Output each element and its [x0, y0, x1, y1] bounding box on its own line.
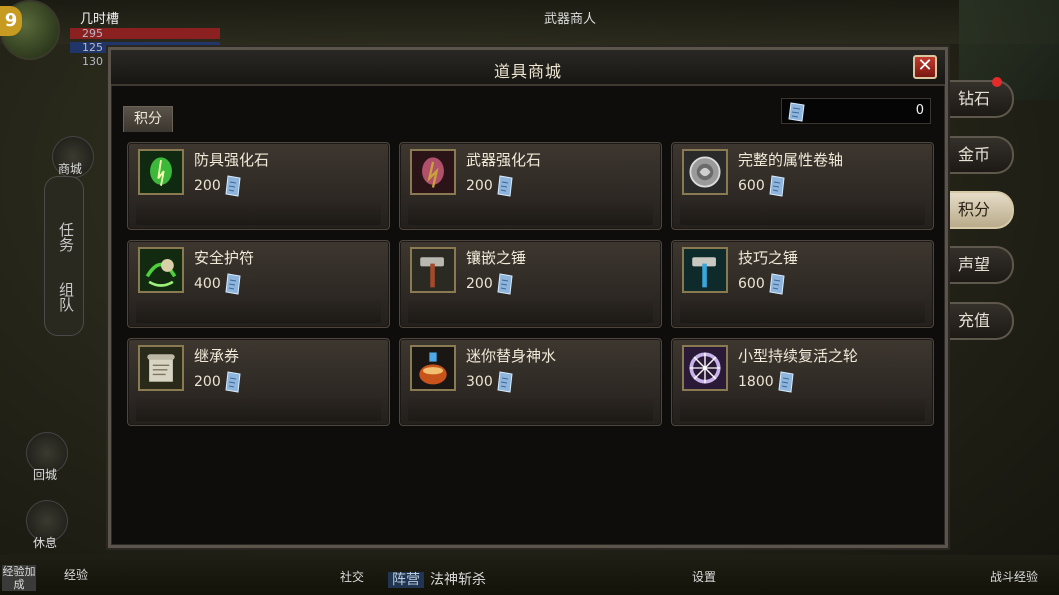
item-price: 200: [466, 276, 493, 292]
points-ticket-icon: [497, 175, 513, 197]
armor-stone-icon: [138, 149, 184, 195]
inlay-hammer-icon: [410, 247, 456, 293]
close-button[interactable]: ✕: [913, 55, 937, 79]
item-price-row: 600: [738, 175, 785, 197]
points-ticket-icon: [225, 371, 241, 393]
item-price-row: 200: [194, 371, 241, 393]
points-ticket-icon: [778, 371, 794, 393]
rest-label: 休息: [33, 536, 58, 550]
player-name: 几时槽: [80, 12, 120, 27]
skill-hammer-icon: [682, 247, 728, 293]
chat-text: 法神斩杀: [430, 572, 486, 588]
task-tab[interactable]: 任务: [56, 222, 77, 252]
shop-item-card[interactable]: 小型持续复活之轮 1800: [671, 338, 934, 426]
mall-button-label: 商城: [58, 162, 83, 176]
player-level: 9: [0, 6, 22, 36]
shop-item-card[interactable]: 防具强化石 200: [127, 142, 390, 230]
weapon-stone-icon: [410, 149, 456, 195]
side-tab-diamond[interactable]: 钻石: [948, 77, 1014, 118]
item-name: 防具强化石: [194, 151, 270, 169]
points-ticket-icon: [225, 175, 241, 197]
item-name: 武器强化石: [466, 151, 542, 169]
side-tab-label: 金币: [958, 145, 991, 164]
auto-battle-label[interactable]: 战斗经验: [990, 568, 1038, 585]
team-tab[interactable]: 组队: [56, 282, 77, 312]
item-price-row: 400: [194, 273, 241, 295]
points-ticket-icon: [788, 101, 806, 127]
dialog-header: 道具商城 ✕: [111, 50, 945, 86]
item-price: 300: [466, 374, 493, 390]
item-name: 继承券: [194, 347, 240, 365]
shop-item-card[interactable]: 武器强化石 200: [399, 142, 662, 230]
item-price-row: 600: [738, 273, 785, 295]
chat-channel: 阵营: [388, 572, 424, 588]
side-tab-label: 充值: [958, 311, 991, 330]
item-name: 技巧之锤: [738, 249, 799, 267]
item-price: 400: [194, 276, 221, 292]
shop-item-card[interactable]: 安全护符 400: [127, 240, 390, 328]
shop-item-card[interactable]: 技巧之锤 600: [671, 240, 934, 328]
settings-button[interactable]: 设置: [692, 568, 716, 585]
mini-potion-icon: [410, 345, 456, 391]
shop-item-card[interactable]: 继承券 200: [127, 338, 390, 426]
notification-dot: [992, 77, 1002, 87]
exp-stat-value: 130: [82, 55, 103, 68]
left-task-panel[interactable]: [44, 176, 84, 336]
item-price-row: 200: [466, 273, 513, 295]
exp-label: 经验: [64, 568, 89, 582]
shop-item-card[interactable]: 迷你替身神水 300: [399, 338, 662, 426]
revive-wheel-icon: [682, 345, 728, 391]
item-price: 600: [738, 178, 765, 194]
item-price-row: 200: [194, 175, 241, 197]
return-city-label: 回城: [33, 468, 58, 482]
npc-name: 武器商人: [544, 12, 597, 27]
chat-line[interactable]: 阵营 法神斩杀: [388, 569, 486, 589]
item-name: 小型持续复活之轮: [738, 347, 859, 365]
points-category-tab[interactable]: 积分: [123, 106, 173, 132]
points-ticket-icon: [497, 371, 513, 393]
item-price-row: 300: [466, 371, 513, 393]
points-balance: 0: [781, 98, 931, 124]
item-price-row: 200: [466, 175, 513, 197]
item-price: 200: [194, 374, 221, 390]
item-name: 镶嵌之锤: [466, 249, 527, 267]
item-name: 完整的属性卷轴: [738, 151, 844, 169]
balance-value: 0: [915, 103, 924, 118]
side-tab-recharge[interactable]: 充值: [948, 302, 1014, 340]
item-price: 1800: [738, 374, 774, 390]
safety-amulet-icon: [138, 247, 184, 293]
points-ticket-icon: [497, 273, 513, 295]
points-ticket-icon: [225, 273, 241, 295]
side-tab-reputation[interactable]: 声望: [948, 246, 1014, 284]
item-price: 200: [466, 178, 493, 194]
item-name: 迷你替身神水: [466, 347, 557, 365]
item-price-row: 1800: [738, 371, 794, 393]
shop-item-card[interactable]: 镶嵌之锤 200: [399, 240, 662, 328]
side-tab-label: 钻石: [958, 89, 991, 108]
points-ticket-icon: [769, 273, 785, 295]
item-price: 600: [738, 276, 765, 292]
item-grid: 防具强化石 200 武器强化石 200 完整的属性卷轴 600 安全护符 400 镶嵌之锤 200…: [127, 142, 935, 426]
hp-value: 295: [82, 27, 103, 40]
inherit-ticket-icon: [138, 345, 184, 391]
side-tab-label: 声望: [958, 255, 991, 274]
side-tab-gold[interactable]: 金币: [948, 136, 1014, 174]
exp-bonus-badge[interactable]: 经验加成: [2, 565, 36, 591]
mp-value: 125: [82, 41, 103, 54]
bottom-hud-bar: [0, 555, 1059, 595]
points-ticket-icon: [769, 175, 785, 197]
social-button[interactable]: 社交: [340, 568, 364, 585]
side-tab-label: 积分: [958, 200, 991, 219]
side-tab-points[interactable]: 积分: [948, 191, 1014, 229]
attribute-scroll-icon: [682, 149, 728, 195]
dialog-title: 道具商城: [493, 62, 562, 81]
item-shop-dialog: 道具商城 ✕ 积分 0 防具强化石 200 武器强化石 200 完整的属性卷轴 600 安全…: [108, 47, 948, 548]
item-price: 200: [194, 178, 221, 194]
shop-item-card[interactable]: 完整的属性卷轴 600: [671, 142, 934, 230]
item-name: 安全护符: [194, 249, 255, 267]
